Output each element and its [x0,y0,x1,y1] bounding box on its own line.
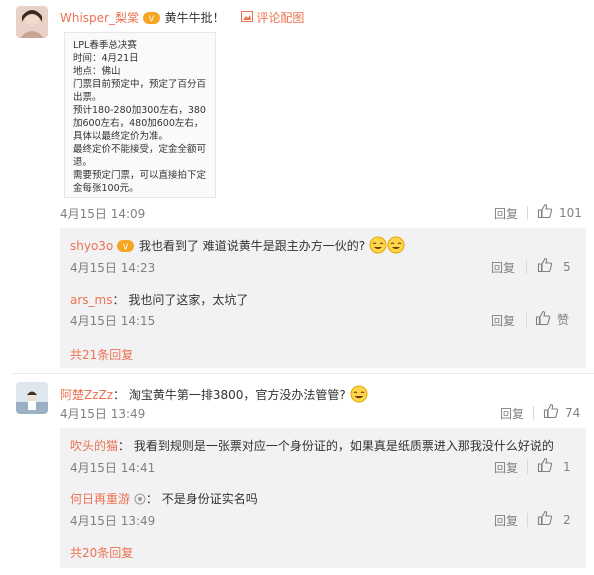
reply-button[interactable]: 回复 [494,512,518,529]
reply-text: 我也问了这家，太坑了 [128,293,249,307]
like-button[interactable]: 74 [543,403,580,422]
divider [527,460,528,474]
comment-header: 阿楚ZzZz： 淘宝黄牛第一排3800，官方没办法管管? [60,385,368,406]
more-replies-link[interactable]: 共21条回复 [70,346,133,363]
comment-header: Whisper_梨棠 V 黄牛牛批！ 评论配图 [60,9,304,28]
thumbs-up-icon [537,510,553,529]
reply-button[interactable]: 回复 [491,312,515,329]
comment-text: 黄牛牛批！ [164,11,225,25]
divider [527,513,528,527]
laughing-emoji-icon [369,236,405,257]
vip-badge-icon: V [117,239,135,256]
comment-time: 4月15日 14:09 [60,207,146,221]
reply-item: ars_ms： 我也问了这家，太坑了 [70,293,249,307]
divider [533,406,534,420]
card-line: 最终定价不能接受，定金全额可退。 [73,144,207,168]
reply-time: 4月15日 14:15 [70,314,156,328]
like-label: 赞 [557,313,570,327]
like-button[interactable]: 5 [537,257,571,276]
reply-text: 我也看到了 难道说黄牛是跟主办方一伙的? [138,239,366,253]
like-count: 5 [563,259,571,274]
svg-text:V: V [149,15,155,24]
thumbs-up-icon [537,457,553,476]
vip-badge-icon: V [142,11,161,28]
avatar[interactable] [16,382,48,414]
card-line: 预计180-280加300左右，380加600左右，480加600左右，具体以最… [73,105,206,142]
svg-text:V: V [123,243,129,252]
reply-time: 4月15日 14:23 [70,261,156,275]
card-line: 地点：佛山 [73,66,121,77]
reply-time: 4月15日 14:41 [70,461,156,475]
like-count: 2 [563,512,571,527]
like-count: 1 [563,459,571,474]
reply-item: shyo3o V 我也看到了 难道说黄牛是跟主办方一伙的? [70,236,405,257]
smile-emoji-icon [350,385,368,406]
card-line: 需要预定门票，可以直接拍下定金每张100元。 [73,170,207,194]
image-icon [240,11,257,25]
reply-button[interactable]: 回复 [500,405,524,422]
divider [526,260,527,274]
reply-username[interactable]: 吹头的猫 [70,439,118,453]
comment-username[interactable]: Whisper_梨棠 [60,11,139,25]
comment-image[interactable]: LPL春季总决赛 时间：4月21日 地点：佛山 门票目前预定中，预定了百分百出票… [64,32,216,198]
avatar[interactable] [16,6,48,38]
thumbs-up-icon [535,310,551,329]
reply-button[interactable]: 回复 [494,205,518,222]
comment-time: 4月15日 13:49 [60,407,146,421]
reply-button[interactable]: 回复 [494,459,518,476]
reply-username[interactable]: ars_ms [70,293,112,307]
thumbs-up-icon [537,203,553,222]
like-button[interactable]: 101 [537,203,582,222]
reply-username[interactable]: 何日再重游 [70,492,130,506]
divider [12,373,594,374]
thumbs-up-icon [543,403,559,422]
divider [526,313,527,327]
reply-time: 4月15日 13:49 [70,514,156,528]
reply-item: 吹头的猫： 我看到规则是一张票对应一个身份证的，如果真是纸质票进入那我没什么好说… [70,439,554,453]
comment-text: 淘宝黄牛第一排3800，官方没办法管管? [128,388,346,402]
card-line: LPL春季总决赛 [73,40,137,51]
like-button[interactable]: 1 [537,457,571,476]
divider [527,206,528,220]
card-line: 门票目前预定中，预定了百分百出票。 [73,79,207,103]
comment-image-link[interactable]: 评论配图 [256,11,304,25]
member-badge-icon [134,493,146,508]
card-line: 时间：4月21日 [73,53,139,64]
reply-text: 不是身份证实名吗 [161,492,258,506]
reply-item: 何日再重游 ： 不是身份证实名吗 [70,492,258,508]
thumbs-up-icon [537,257,553,276]
like-button[interactable]: 2 [537,510,571,529]
like-button[interactable]: 赞 [535,310,569,329]
like-count: 101 [559,205,582,220]
comment-username[interactable]: 阿楚ZzZz [60,388,113,402]
like-count: 74 [565,405,581,420]
reply-username[interactable]: shyo3o [70,239,113,253]
reply-text: 我看到规则是一张票对应一个身份证的，如果真是纸质票进入那我没什么好说的 [133,439,554,453]
reply-button[interactable]: 回复 [491,259,515,276]
more-replies-link[interactable]: 共20条回复 [70,544,133,561]
